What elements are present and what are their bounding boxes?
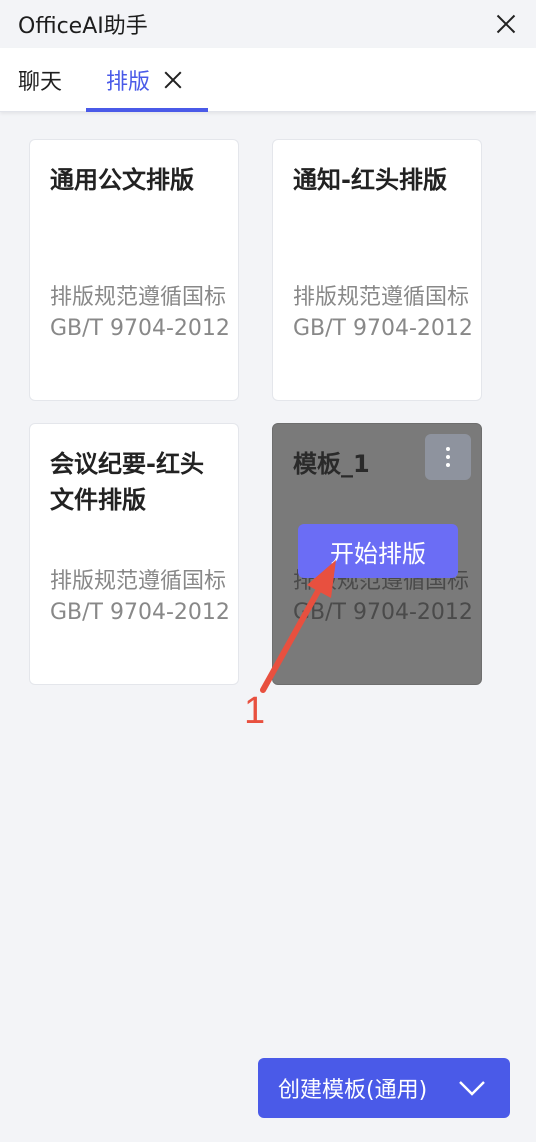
window-title: OfficeAI助手 bbox=[18, 14, 148, 39]
create-template-button[interactable]: 创建模板(通用) bbox=[258, 1058, 510, 1118]
tab-bar: 聊天 排版 bbox=[0, 48, 536, 112]
tab-chat-label: 聊天 bbox=[18, 70, 63, 95]
create-template-label: 创建模板(通用) bbox=[278, 1078, 428, 1103]
tab-close-icon[interactable] bbox=[162, 69, 184, 91]
chevron-down-icon bbox=[459, 1081, 485, 1096]
title-bar: OfficeAI助手 bbox=[0, 0, 536, 48]
card-description: 排版规范遵循国标GB/T 9704-2012 bbox=[50, 569, 230, 625]
card-description: 排版规范遵循国标GB/T 9704-2012 bbox=[293, 285, 473, 341]
annotation-number: 1 bbox=[244, 690, 266, 732]
template-card-custom[interactable]: 模板_1 排版规范遵循国标GB/T 9704-2012 开始排版 bbox=[272, 423, 482, 685]
card-description: 排版规范遵循国标GB/T 9704-2012 bbox=[50, 285, 230, 341]
template-card-meeting[interactable]: 会议纪要-红头文件排版 排版规范遵循国标GB/T 9704-2012 bbox=[29, 423, 239, 685]
template-card-general[interactable]: 通用公文排版 排版规范遵循国标GB/T 9704-2012 bbox=[29, 139, 239, 401]
card-title: 通知-红头排版 bbox=[293, 166, 447, 194]
tab-layout[interactable]: 排版 bbox=[86, 48, 208, 112]
active-tab-indicator bbox=[86, 108, 208, 112]
card-title: 会议纪要-红头文件排版 bbox=[50, 450, 204, 514]
template-card-notice[interactable]: 通知-红头排版 排版规范遵循国标GB/T 9704-2012 bbox=[272, 139, 482, 401]
more-options-button[interactable] bbox=[425, 434, 471, 480]
more-dot bbox=[446, 463, 450, 467]
card-title: 通用公文排版 bbox=[50, 166, 194, 194]
close-icon[interactable] bbox=[494, 12, 518, 36]
tab-chat[interactable]: 聊天 bbox=[18, 48, 62, 112]
tab-layout-label: 排版 bbox=[106, 70, 151, 95]
more-dot bbox=[446, 455, 450, 459]
more-dots-icon bbox=[446, 447, 450, 451]
start-layout-button[interactable]: 开始排版 bbox=[298, 524, 458, 578]
